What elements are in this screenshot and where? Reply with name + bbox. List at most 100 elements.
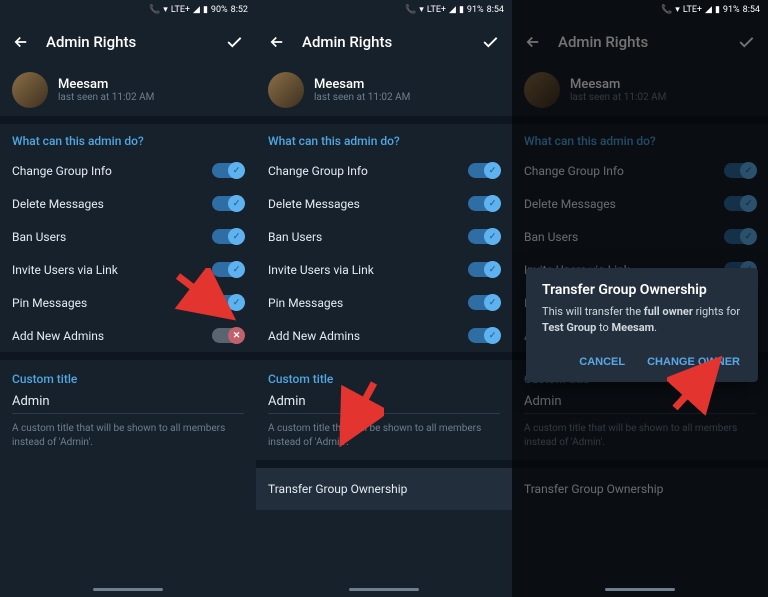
perm-label: Add New Admins — [12, 329, 104, 343]
toggle-change-group-info[interactable]: ✓ — [212, 163, 244, 178]
battery-pct: 91% — [723, 6, 740, 15]
perm-label: Pin Messages — [268, 296, 343, 310]
perm-label: Add New Admins — [268, 329, 360, 343]
battery-pct: 90% — [211, 6, 228, 15]
perm-add-admins[interactable]: Add New Admins ✕ — [0, 319, 256, 352]
perm-label: Delete Messages — [524, 197, 616, 211]
custom-title-hint: A custom title that will be shown to all… — [512, 422, 768, 460]
battery-pct: 91% — [467, 6, 484, 15]
toggle-change-group-info[interactable]: ✓ — [468, 163, 500, 178]
toggle-invite-users[interactable]: ✓ — [212, 262, 244, 277]
page-title: Admin Rights — [558, 33, 720, 51]
transfer-ownership-row[interactable]: Transfer Group Ownership — [512, 468, 768, 510]
status-bar: 📞 ▾ LTE+ ◢ ▮ 91% 8:54 — [256, 0, 512, 20]
status-bar: 📞 ▾ LTE+ ◢ ▮ 90% 8:52 — [0, 0, 256, 20]
page-title: Admin Rights — [46, 33, 208, 51]
screen-3: 📞 ▾ LTE+ ◢ ▮ 91% 8:54 Admin Rights Meesa… — [512, 0, 768, 597]
battery-icon: ▮ — [459, 6, 464, 15]
clock: 8:52 — [231, 6, 248, 15]
custom-title-input[interactable]: Admin — [512, 388, 768, 413]
transfer-ownership-row[interactable]: Transfer Group Ownership — [256, 468, 512, 510]
toggle-ban-users[interactable]: ✓ — [212, 229, 244, 244]
cancel-button[interactable]: CANCEL — [577, 352, 627, 372]
app-header: Admin Rights — [512, 20, 768, 64]
toggle-delete-messages[interactable]: ✓ — [212, 196, 244, 211]
perm-ban-users[interactable]: Ban Users ✓ — [512, 220, 768, 253]
perm-change-group-info[interactable]: Change Group Info ✓ — [512, 154, 768, 187]
section-custom-title: Custom title — [256, 360, 512, 388]
user-row[interactable]: Meesam last seen at 11:02 AM — [256, 64, 512, 116]
perm-label: Ban Users — [268, 230, 322, 244]
toggle-pin-messages[interactable]: ✓ — [212, 295, 244, 310]
custom-title-input[interactable]: Admin — [0, 388, 256, 413]
perm-invite-users[interactable]: Invite Users via Link ✓ — [256, 253, 512, 286]
perm-pin-messages[interactable]: Pin Messages ✓ — [0, 286, 256, 319]
perm-delete-messages[interactable]: Delete Messages ✓ — [0, 187, 256, 220]
avatar — [524, 72, 560, 108]
toggle-change-group-info[interactable]: ✓ — [724, 163, 756, 178]
status-bar: 📞 ▾ LTE+ ◢ ▮ 91% 8:54 — [512, 0, 768, 20]
back-arrow-icon[interactable] — [524, 33, 542, 51]
user-row[interactable]: Meesam last seen at 11:02 AM — [512, 64, 768, 116]
toggle-pin-messages[interactable]: ✓ — [468, 295, 500, 310]
input-underline — [524, 413, 756, 414]
toggle-ban-users[interactable]: ✓ — [468, 229, 500, 244]
divider — [0, 352, 256, 360]
screen-1: 📞 ▾ LTE+ ◢ ▮ 90% 8:52 Admin Rights Meesa… — [0, 0, 256, 597]
dialog-title: Transfer Group Ownership — [542, 282, 742, 298]
user-name: Meesam — [570, 77, 666, 92]
confirm-check-icon[interactable] — [736, 32, 756, 52]
home-indicator[interactable] — [605, 588, 675, 591]
perm-ban-users[interactable]: Ban Users ✓ — [256, 220, 512, 253]
back-arrow-icon[interactable] — [268, 33, 286, 51]
divider — [256, 460, 512, 468]
input-underline — [12, 413, 244, 414]
screen-2: 📞 ▾ LTE+ ◢ ▮ 91% 8:54 Admin Rights Meesa… — [256, 0, 512, 597]
custom-title-hint: A custom title that will be shown to all… — [256, 422, 512, 460]
toggle-invite-users[interactable]: ✓ — [468, 262, 500, 277]
perm-pin-messages[interactable]: Pin Messages ✓ — [256, 286, 512, 319]
divider — [512, 460, 768, 468]
avatar — [268, 72, 304, 108]
perm-label: Invite Users via Link — [268, 263, 374, 277]
perm-change-group-info[interactable]: Change Group Info ✓ — [256, 154, 512, 187]
perm-change-group-info[interactable]: Change Group Info ✓ — [0, 154, 256, 187]
perm-delete-messages[interactable]: Delete Messages ✓ — [256, 187, 512, 220]
dialog-body: This will transfer the full owner rights… — [542, 304, 742, 336]
perm-delete-messages[interactable]: Delete Messages ✓ — [512, 187, 768, 220]
home-indicator[interactable] — [349, 588, 419, 591]
volte-icon: 📞 — [661, 6, 672, 15]
back-arrow-icon[interactable] — [12, 33, 30, 51]
divider — [256, 116, 512, 124]
perm-label: Change Group Info — [268, 164, 368, 178]
divider — [0, 116, 256, 124]
clock: 8:54 — [487, 6, 504, 15]
custom-title-hint: A custom title that will be shown to all… — [0, 422, 256, 460]
divider — [256, 352, 512, 360]
toggle-add-admins[interactable]: ✓ — [468, 328, 500, 343]
signal-icon: ◢ — [705, 6, 712, 15]
battery-icon: ▮ — [715, 6, 720, 15]
toggle-ban-users[interactable]: ✓ — [724, 229, 756, 244]
wifi-icon: ▾ — [675, 6, 680, 15]
confirm-check-icon[interactable] — [224, 32, 244, 52]
lte-label: LTE+ — [427, 6, 446, 15]
perm-ban-users[interactable]: Ban Users ✓ — [0, 220, 256, 253]
toggle-delete-messages[interactable]: ✓ — [468, 196, 500, 211]
perm-add-admins[interactable]: Add New Admins ✓ — [256, 319, 512, 352]
confirm-check-icon[interactable] — [480, 32, 500, 52]
volte-icon: 📞 — [149, 6, 160, 15]
divider — [512, 116, 768, 124]
change-owner-button[interactable]: CHANGE OWNER — [645, 352, 742, 372]
toggle-add-admins[interactable]: ✕ — [212, 328, 244, 343]
home-indicator[interactable] — [93, 588, 163, 591]
lte-label: LTE+ — [683, 6, 702, 15]
custom-title-input[interactable]: Admin — [256, 388, 512, 413]
transfer-ownership-dialog: Transfer Group Ownership This will trans… — [526, 268, 758, 382]
toggle-delete-messages[interactable]: ✓ — [724, 196, 756, 211]
user-row[interactable]: Meesam last seen at 11:02 AM — [0, 64, 256, 116]
perm-label: Delete Messages — [12, 197, 104, 211]
perm-label: Pin Messages — [12, 296, 87, 310]
perm-label: Ban Users — [12, 230, 66, 244]
perm-invite-users[interactable]: Invite Users via Link ✓ — [0, 253, 256, 286]
